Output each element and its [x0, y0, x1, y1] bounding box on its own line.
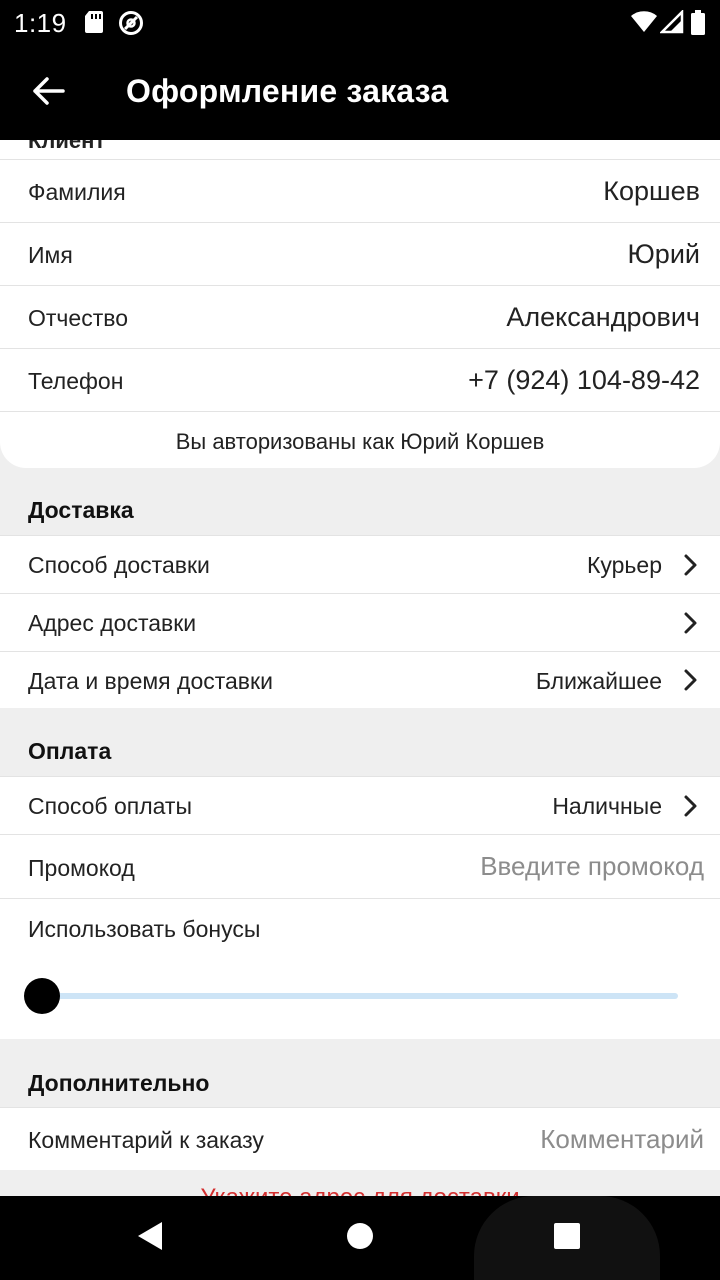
promo-row: Промокод Введите промокод	[0, 834, 720, 898]
additional-section-title: Дополнительно	[28, 1070, 210, 1096]
delivery-time-value: Ближайшее	[535, 668, 662, 694]
delivery-time-row[interactable]: Дата и время доставки Ближайшее	[0, 651, 720, 708]
chevron-right-icon	[678, 794, 702, 818]
sd-card-icon	[84, 10, 104, 39]
firstname-row[interactable]: Имя Юрий	[0, 222, 720, 285]
delivery-time-label: Дата и время доставки	[28, 668, 273, 694]
lastname-value[interactable]: Коршев	[603, 176, 700, 207]
patronymic-label: Отчество	[28, 305, 128, 331]
page-title: Оформление заказа	[126, 73, 449, 109]
payment-method-row[interactable]: Способ оплаты Наличные	[0, 776, 720, 834]
delivery-address-row[interactable]: Адрес доставки	[0, 593, 720, 651]
chevron-right-icon	[678, 611, 702, 635]
status-bar: 1:19	[0, 0, 720, 44]
delivery-method-label: Способ доставки	[28, 552, 210, 578]
comment-label: Комментарий к заказу	[28, 1127, 264, 1153]
auth-note-row: Вы авторизованы как Юрий Коршев	[0, 411, 720, 468]
system-nav-bar	[0, 1196, 720, 1280]
payment-method-label: Способ оплаты	[28, 793, 192, 819]
battery-icon	[690, 10, 706, 41]
nav-recents-button[interactable]	[507, 1196, 627, 1280]
phone-row[interactable]: Телефон +7 (924) 104-89-42	[0, 348, 720, 411]
auth-note: Вы авторизованы как Юрий Коршев	[175, 429, 545, 454]
comment-row: Комментарий к заказу Комментарий	[0, 1107, 720, 1170]
phone-label: Телефон	[28, 368, 124, 394]
lastname-row[interactable]: Фамилия Коршев	[0, 159, 720, 222]
cell-signal-icon	[658, 8, 684, 39]
wifi-icon	[630, 10, 658, 39]
patronymic-value[interactable]: Александрович	[506, 302, 700, 333]
bonus-label: Использовать бонусы	[28, 916, 261, 942]
order-form[interactable]: Клиент Фамилия Коршев Имя Юрий Отчество …	[0, 140, 720, 1196]
bonus-slider-thumb[interactable]	[24, 978, 60, 1014]
nav-home-icon	[346, 1222, 374, 1255]
delivery-method-value: Курьер	[587, 552, 662, 578]
client-section-title: Клиент	[28, 140, 106, 153]
firstname-label: Имя	[28, 242, 73, 268]
app-bar: Оформление заказа	[0, 44, 720, 140]
payment-section-title: Оплата	[28, 738, 112, 764]
patronymic-row[interactable]: Отчество Александрович	[0, 285, 720, 348]
promo-input[interactable]: Введите промокод	[480, 851, 704, 882]
chevron-right-icon	[678, 668, 702, 692]
delivery-section-title: Доставка	[28, 497, 134, 523]
nav-back-button[interactable]	[90, 1196, 210, 1280]
bonus-slider-track[interactable]	[42, 993, 678, 999]
nav-back-icon	[136, 1220, 164, 1257]
payment-method-value: Наличные	[552, 793, 662, 819]
bonus-row: Использовать бонусы	[0, 898, 720, 1039]
lastname-label: Фамилия	[28, 179, 126, 205]
status-time: 1:19	[14, 8, 67, 38]
warning-text: Укажите адрес для доставки	[0, 1184, 720, 1196]
no-disturb-icon	[118, 10, 144, 41]
delivery-method-row[interactable]: Способ доставки Курьер	[0, 535, 720, 593]
phone-value[interactable]: +7 (924) 104-89-42	[468, 365, 700, 396]
comment-input[interactable]: Комментарий	[540, 1124, 704, 1155]
promo-label: Промокод	[28, 855, 135, 881]
back-arrow-icon	[33, 76, 65, 110]
nav-home-button[interactable]	[300, 1196, 420, 1280]
delivery-address-label: Адрес доставки	[28, 610, 197, 636]
back-button[interactable]	[22, 66, 76, 120]
chevron-right-icon	[678, 553, 702, 577]
firstname-value[interactable]: Юрий	[628, 239, 700, 270]
nav-recents-icon	[553, 1222, 581, 1255]
